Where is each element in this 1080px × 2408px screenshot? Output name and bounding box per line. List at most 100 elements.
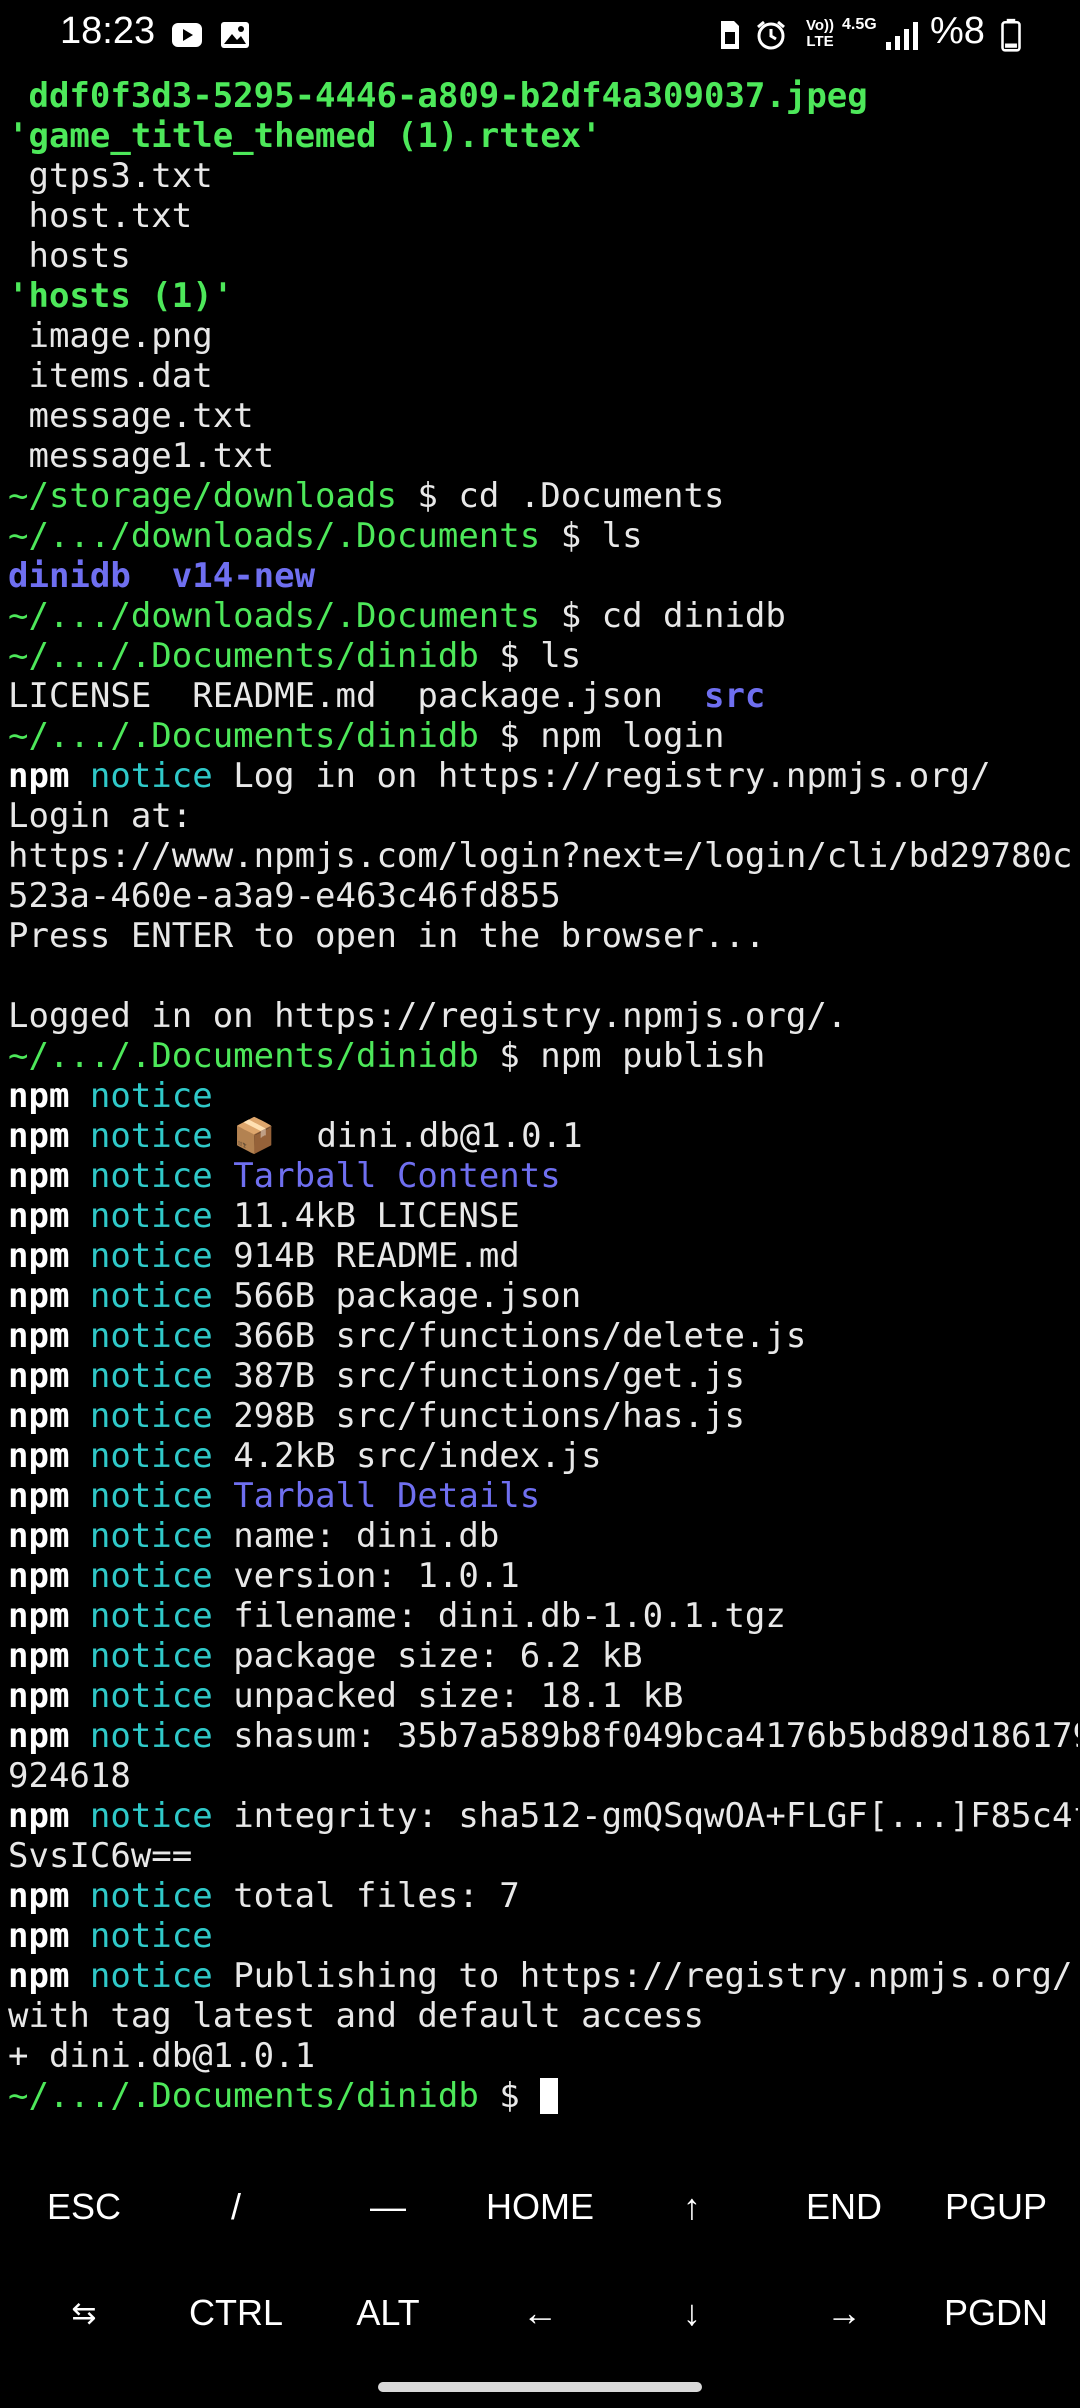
terminal-text: 4.2kB src/index.js (212, 1436, 602, 1476)
terminal-text: $ cd dinidb (540, 596, 786, 636)
terminal-text: v14-new (171, 556, 316, 596)
terminal-text: npm (8, 1276, 70, 1316)
terminal-text: ~/.../downloads/.Documents (8, 596, 541, 636)
terminal-text: gtps3.txt (8, 156, 213, 196)
key-home[interactable]: HOME (465, 2157, 615, 2257)
terminal-line: Logged in on https://registry.npmjs.org/… (8, 996, 1078, 1036)
terminal-text: name: dini.db (212, 1516, 500, 1556)
terminal-line: dinidb v14-new (8, 556, 1078, 596)
terminal-text: $ ls (540, 516, 643, 556)
terminal-text: npm (8, 1556, 70, 1596)
terminal-line: ~/.../downloads/.Documents $ cd dinidb (8, 596, 1078, 636)
terminal-text: 566B package.json (212, 1276, 582, 1316)
key-arrow-left[interactable]: ← (465, 2263, 615, 2363)
terminal-text: notice (69, 1676, 213, 1716)
terminal-text: filename: dini.db-1.0.1.tgz (212, 1596, 786, 1636)
terminal-text: Publishing to https://registry.npmjs.org… (212, 1956, 1073, 1996)
terminal-text: notice (69, 1556, 213, 1596)
terminal-line: npm notice unpacked size: 18.1 kB (8, 1676, 1078, 1716)
key-pgdn[interactable]: PGDN (921, 2263, 1071, 2363)
terminal-text: package size: 6.2 kB (212, 1636, 643, 1676)
terminal-text: ~/.../.Documents/dinidb (8, 716, 479, 756)
key-ctrl[interactable]: CTRL (161, 2263, 311, 2363)
terminal-text: notice (69, 756, 213, 796)
terminal-text: LICENSE README.md package.json (8, 676, 704, 716)
terminal-text: items.dat (8, 356, 213, 396)
terminal-line: npm notice Publishing to https://registr… (8, 1956, 1078, 1996)
terminal-line: npm notice shasum: 35b7a589b8f049bca4176… (8, 1716, 1078, 1756)
terminal-text: $ (478, 2076, 541, 2116)
key-arrow-down[interactable]: ↓ (617, 2263, 767, 2363)
terminal-text: npm (8, 1916, 70, 1956)
terminal-text: ~/.../.Documents/dinidb (8, 636, 479, 676)
terminal-line: https://www.npmjs.com/login?next=/login/… (8, 836, 1078, 876)
terminal-text: npm (8, 1596, 70, 1636)
terminal-text: npm (8, 1516, 70, 1556)
key-esc[interactable]: ESC (9, 2157, 159, 2257)
terminal-text: Log in on https://registry.npmjs.org/ (212, 756, 991, 796)
terminal-text: shasum: 35b7a589b8f049bca4176b5bd89d1861… (212, 1716, 1078, 1756)
alarm-icon (757, 20, 785, 50)
terminal-text: notice (69, 1476, 213, 1516)
terminal-line: npm notice package size: 6.2 kB (8, 1636, 1078, 1676)
terminal-text: notice (69, 1876, 213, 1916)
terminal-text: notice (69, 1116, 213, 1156)
key-tab[interactable]: ⇆ (9, 2263, 159, 2363)
key-slash[interactable]: / (161, 2157, 311, 2257)
terminal-line: hosts (8, 236, 1078, 276)
terminal-text: npm (8, 1676, 70, 1716)
terminal-text: message1.txt (8, 436, 275, 476)
terminal-text: 523a-460e-a3a9-e463c46fd855 (8, 876, 561, 916)
key-pgup[interactable]: PGUP (921, 2157, 1071, 2257)
terminal-line: image.png (8, 316, 1078, 356)
terminal-text: ~/.../.Documents/dinidb (8, 1036, 479, 1076)
key-dash[interactable]: — (313, 2157, 463, 2257)
terminal-line: LICENSE README.md package.json src (8, 676, 1078, 716)
terminal-text: Press ENTER to open in the browser... (8, 916, 766, 956)
terminal-text: notice (69, 1916, 213, 1956)
terminal-line: 924618 (8, 1756, 1078, 1796)
terminal-line: npm notice Tarball Details (8, 1476, 1078, 1516)
terminal-text: ddf0f3d3-5295-4446-a809-b2df4a309037.jpe… (8, 76, 868, 116)
terminal-text: 914B README.md (212, 1236, 520, 1276)
terminal-text: dinidb (8, 556, 131, 596)
terminal-text: ~/storage/downloads (8, 476, 397, 516)
terminal-text: version: 1.0.1 (212, 1556, 520, 1596)
terminal-line: with tag latest and default access (8, 1996, 1078, 2036)
terminal-line: npm notice 914B README.md (8, 1236, 1078, 1276)
terminal-cursor (540, 2077, 559, 2114)
terminal-text: notice (69, 1156, 213, 1196)
terminal-text: npm (8, 1396, 70, 1436)
terminal-text: notice (69, 1276, 213, 1316)
terminal-line: npm notice 387B src/functions/get.js (8, 1356, 1078, 1396)
terminal-text: hosts (8, 236, 131, 276)
key-alt[interactable]: ALT (313, 2263, 463, 2363)
key-end[interactable]: END (769, 2157, 919, 2257)
terminal-text: npm (8, 1236, 70, 1276)
terminal-line: 'hosts (1)' (8, 276, 1078, 316)
terminal-text: host.txt (8, 196, 193, 236)
key-arrow-up[interactable]: ↑ (617, 2157, 767, 2257)
terminal-line: ~/storage/downloads $ cd .Documents (8, 476, 1078, 516)
terminal-text: message.txt (8, 396, 254, 436)
terminal-text: + dini.db@1.0.1 (8, 2036, 316, 2076)
terminal-text: npm (8, 1436, 70, 1476)
home-indicator[interactable] (378, 2382, 702, 2392)
terminal-text: npm (8, 1956, 70, 1996)
terminal-line: ~/.../.Documents/dinidb $ (8, 2076, 1078, 2116)
terminal-text: npm (8, 1716, 70, 1756)
terminal-text: 📦 dini.db@1.0.1 (212, 1116, 583, 1156)
terminal-text: 924618 (8, 1756, 131, 1796)
terminal-text: 'hosts (1)' (8, 276, 234, 316)
terminal-line: npm notice (8, 1916, 1078, 1956)
terminal-text: npm (8, 1876, 70, 1916)
terminal-text: npm (8, 756, 70, 796)
terminal-line: npm notice version: 1.0.1 (8, 1556, 1078, 1596)
terminal-text: 298B src/functions/has.js (212, 1396, 745, 1436)
terminal-output[interactable]: ddf0f3d3-5295-4446-a809-b2df4a309037.jpe… (8, 76, 1078, 2116)
terminal-text: ~/.../.Documents/dinidb (8, 2076, 479, 2116)
terminal-text: notice (69, 1516, 213, 1556)
terminal-line: + dini.db@1.0.1 (8, 2036, 1078, 2076)
key-arrow-right[interactable]: → (769, 2263, 919, 2363)
terminal-text: notice (69, 1956, 213, 1996)
